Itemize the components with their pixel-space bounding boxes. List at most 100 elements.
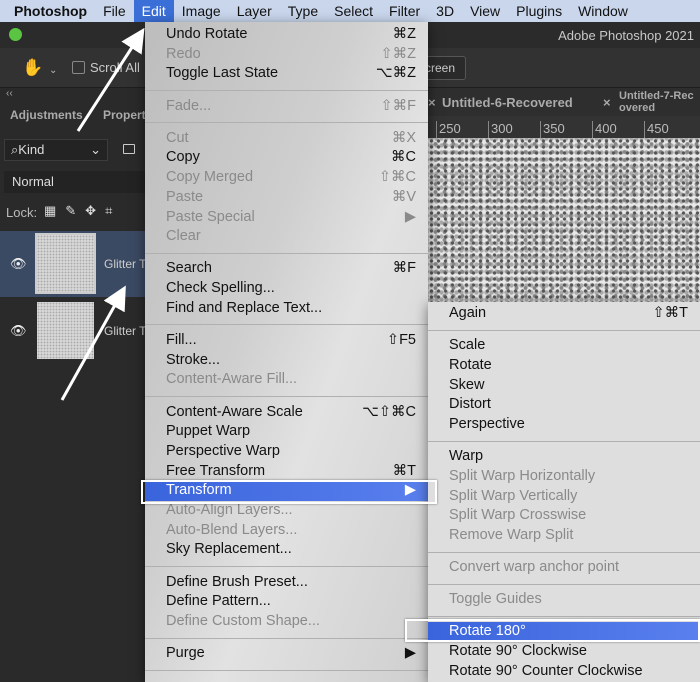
menu-layer[interactable]: Layer: [229, 0, 280, 22]
menu-item-toggle-last-state[interactable]: Toggle Last State ⌥⌘Z: [145, 64, 428, 84]
menu-item-paste[interactable]: Paste ⌘V: [145, 188, 428, 208]
menu-item-label: Distort: [449, 396, 491, 413]
shortcut: ⌘T: [392, 462, 416, 479]
menu-item-label: Content-Aware Fill...: [166, 371, 298, 388]
shortcut: ⌥⌘Z: [375, 65, 416, 82]
menu-item-distort[interactable]: Distort: [428, 395, 700, 415]
menu-item-warp[interactable]: Warp: [428, 447, 700, 467]
menu-view[interactable]: View: [462, 0, 508, 22]
layer-row[interactable]: 👁 Glitter Texture: [0, 231, 178, 297]
lock-label: Lock:: [6, 205, 38, 220]
doc-tab[interactable]: Untitled-7-Recovered: [619, 90, 699, 114]
menu-item-again[interactable]: Again ⇧⌘T: [428, 304, 700, 324]
menu-select[interactable]: Select: [326, 0, 381, 22]
menu-item-define-pattern[interactable]: Define Pattern...: [145, 592, 428, 612]
ruler-tick-label: 250: [436, 121, 461, 138]
menu-image[interactable]: Image: [174, 0, 229, 22]
scroll-all-checkbox[interactable]: [72, 61, 85, 74]
shortcut: ▶: [404, 208, 416, 225]
menu-item-define-custom-shape[interactable]: Define Custom Shape...: [145, 612, 428, 632]
menu-item-content-aware-scale[interactable]: Content-Aware Scale ⌥⇧⌘C: [145, 403, 428, 423]
ruler-tick-label: 350: [540, 121, 565, 138]
close-icon[interactable]: ×: [428, 95, 436, 110]
menu-bar: Photoshop File Edit Image Layer Type Select Fil…: [0, 0, 700, 22]
menu-item-fade[interactable]: Fade... ⇧⌘F: [145, 97, 428, 117]
blend-mode-select[interactable]: Normal: [4, 171, 145, 193]
menu-item-skew[interactable]: Skew: [428, 376, 700, 396]
menu-separator: [428, 546, 700, 559]
menu-item-copy[interactable]: Copy ⌘C: [145, 148, 428, 168]
menu-window[interactable]: Window: [570, 0, 636, 22]
menu-item-stroke[interactable]: Stroke...: [145, 351, 428, 371]
menu-file[interactable]: File: [95, 0, 134, 22]
menu-item-toggle-guides[interactable]: Toggle Guides: [428, 590, 700, 610]
chevron-down-icon[interactable]: ⌄: [49, 65, 57, 76]
menu-item-rotate[interactable]: Rotate: [428, 356, 700, 376]
shortcut: ⌘C: [391, 149, 416, 166]
menu-item-rotate-90-counter-clockwise[interactable]: Rotate 90° Counter Clockwise: [428, 662, 700, 682]
menu-item-label: Define Custom Shape...: [166, 612, 320, 629]
menu-separator: [145, 318, 428, 331]
menu-item-remove-warp-split[interactable]: Remove Warp Split: [428, 526, 700, 546]
eye-icon[interactable]: 👁: [10, 256, 27, 272]
menu-item-label: Warp: [449, 448, 484, 465]
menu-plugins[interactable]: Plugins: [508, 0, 570, 22]
window-close-button[interactable]: [9, 28, 22, 41]
menu-item-define-brush-preset[interactable]: Define Brush Preset...: [145, 573, 428, 593]
menu-item-perspective[interactable]: Perspective: [428, 415, 700, 435]
canvas-glitter[interactable]: [428, 138, 700, 308]
lock-icons[interactable]: ▦✎✥⌗: [44, 203, 121, 219]
layer-row[interactable]: 👁 Glitter Texture: [0, 298, 178, 364]
menu-item-purge[interactable]: Purge ▶: [145, 644, 428, 664]
menu-item-puppet-warp[interactable]: Puppet Warp: [145, 422, 428, 442]
ruler-tick-label: 450: [644, 121, 669, 138]
highlight-box: [405, 619, 700, 642]
kind-filter-select[interactable]: ⌕Kind ⌄: [4, 139, 108, 161]
menu-item-redo[interactable]: Redo ⇧⌘Z: [145, 45, 428, 65]
menu-edit[interactable]: Edit: [133, 0, 174, 22]
menu-item-label: Convert warp anchor point: [449, 559, 620, 576]
menu-item-undo-rotate[interactable]: Undo Rotate ⌘Z: [145, 25, 428, 45]
menu-item-label: Copy Merged: [166, 169, 254, 186]
menu-item-copy-merged[interactable]: Copy Merged ⇧⌘C: [145, 168, 428, 188]
menu-item-split-warp-vertically[interactable]: Split Warp Vertically: [428, 487, 700, 507]
menu-item-check-spelling[interactable]: Check Spelling...: [145, 279, 428, 299]
image-filter-icon[interactable]: [123, 144, 135, 154]
menu-item-convert-warp-anchor-point[interactable]: Convert warp anchor point: [428, 558, 700, 578]
menu-3d[interactable]: 3D: [428, 0, 462, 22]
menu-photoshop[interactable]: Photoshop: [0, 0, 95, 22]
menu-item-sky-replacement[interactable]: Sky Replacement...: [145, 540, 428, 560]
menu-item-paste-special[interactable]: Paste Special ▶: [145, 208, 428, 228]
collapse-icon[interactable]: ‹‹: [6, 88, 13, 99]
menu-item-find-and-replace-text[interactable]: Find and Replace Text...: [145, 299, 428, 319]
close-icon[interactable]: ×: [603, 95, 611, 110]
menu-item-label: Split Warp Horizontally: [449, 467, 596, 484]
menu-item-cut[interactable]: Cut ⌘X: [145, 129, 428, 149]
menu-item-label: Define Pattern...: [166, 593, 271, 610]
menu-separator: [145, 116, 428, 129]
menu-item-label: Fade...: [166, 97, 212, 114]
menu-item-label: Perspective Warp: [166, 442, 280, 459]
highlight-box: [141, 480, 437, 504]
menu-item-clear[interactable]: Clear: [145, 227, 428, 247]
shortcut: ▶: [404, 645, 416, 662]
hand-tool-icon[interactable]: ✋: [22, 58, 43, 78]
menu-item-auto-blend-layers[interactable]: Auto-Blend Layers...: [145, 521, 428, 541]
window-title: Adobe Photoshop 2021: [558, 28, 694, 43]
menu-item-split-warp-horizontally[interactable]: Split Warp Horizontally: [428, 467, 700, 487]
menu-item-perspective-warp[interactable]: Perspective Warp: [145, 442, 428, 462]
menu-filter[interactable]: Filter: [381, 0, 428, 22]
menu-item-search[interactable]: Search ⌘F: [145, 259, 428, 279]
eye-icon[interactable]: 👁: [10, 323, 27, 339]
menu-item-scale[interactable]: Scale: [428, 336, 700, 356]
ruler: 250 300 350 400 450: [428, 116, 700, 138]
menu-type[interactable]: Type: [280, 0, 326, 22]
menu-item-rotate-90-clockwise[interactable]: Rotate 90° Clockwise: [428, 642, 700, 662]
menu-item-split-warp-crosswise[interactable]: Split Warp Crosswise: [428, 506, 700, 526]
tab-adjustments[interactable]: Adjustments: [10, 108, 83, 122]
layer-thumbnail: [35, 233, 96, 294]
doc-tab[interactable]: Untitled-6-Recovered: [442, 95, 573, 110]
menu-item-content-aware-fill[interactable]: Content-Aware Fill...: [145, 370, 428, 390]
menu-item-free-transform[interactable]: Free Transform ⌘T: [145, 462, 428, 482]
menu-item-fill[interactable]: Fill... ⇧F5: [145, 331, 428, 351]
